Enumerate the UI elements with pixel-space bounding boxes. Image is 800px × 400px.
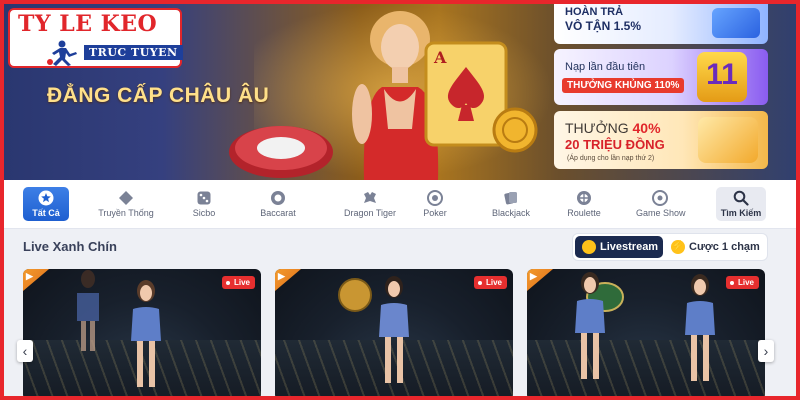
tab-game-show-label: Game Show [636,208,686,218]
wheel-icon [652,190,668,206]
promo-cashback-art [712,8,760,38]
tab-traditional[interactable]: Truyền Thống [94,180,158,228]
dealer-figure [575,272,605,379]
live-badge-label: Live [485,278,502,287]
play-icon: ▶ [530,271,537,281]
tab-traditional-label: Truyền Thống [98,208,154,218]
casino-chip-art [229,126,333,178]
soccer-player-icon [47,40,77,66]
tab-sicbo-label: Sicbo [192,208,216,218]
site-logo[interactable]: TY LE KEO TRUC TUYEN [8,8,183,68]
carousel-prev-button[interactable]: ‹ [17,340,33,362]
hero-tagline: ĐẲNG CẤP CHÂU ÂU [47,84,270,107]
tab-roulette[interactable]: Roulette [564,180,604,228]
tab-dragon-tiger[interactable]: Dragon Tiger [330,180,410,228]
provider-badge: ▶ [23,269,49,291]
svg-text:A: A [433,48,447,67]
tab-blackjack-label: Blackjack [491,208,530,218]
section-title: Live Xanh Chín [23,239,117,254]
tab-blackjack[interactable]: Blackjack [489,180,533,228]
tab-poker[interactable]: Poker [419,180,451,228]
promo-first-deposit-badge: 11 [697,52,747,102]
lightning-icon: ⚡ [671,240,685,254]
promo-second-deposit-line1: THƯỞNG 40% [565,120,661,136]
poker-chip-icon [427,190,443,206]
live-dot-icon [477,281,482,285]
promo-cashback-line1: HOÀN TRẢ [565,6,624,18]
promo-cashback-card[interactable]: HOÀN TRẢ VÔ TẬN 1.5% [554,4,768,44]
live-badge-label: Live [737,278,754,287]
carousel-next-button[interactable]: › [758,340,774,362]
gold-coin-art [492,107,538,153]
star-icon [38,190,54,206]
search-button-label: Tìm Kiếm [720,208,762,218]
table-floor [527,340,765,396]
dealer-figure [379,276,409,383]
provider-badge: ▶ [275,269,301,291]
provider-badge: ▶ [527,269,553,291]
view-mode-toggle: Livestream ⚡ Cược 1 chạm [572,233,768,261]
chevron-right-icon: › [763,343,769,359]
livestream-toggle-button[interactable]: Livestream [575,236,663,258]
search-button[interactable]: Tìm Kiếm [716,187,766,221]
tab-baccarat-label: Baccarat [260,208,296,218]
chip-icon [271,191,285,205]
tab-all-label: Tất Cả [32,208,60,218]
dragon-icon [364,192,376,203]
livestream-label: Livestream [600,241,659,253]
tab-sicbo[interactable]: Sicbo [184,180,224,228]
tab-dragon-tiger-label: Dragon Tiger [343,208,397,218]
tab-poker-label: Poker [423,208,447,218]
play-icon: ▶ [278,271,285,281]
dealer-figure [685,274,715,381]
promo-cashback-line2: VÔ TẬN 1.5% [565,19,642,33]
live-game-card[interactable]: ▶ Live [275,269,513,396]
play-icon: ▶ [26,271,33,281]
logo-subtitle: TRUC TUYEN [84,45,183,60]
live-badge: Live [221,276,255,289]
cards-icon [504,192,517,205]
live-badge-label: Live [233,278,250,287]
promo-gift-art [698,117,758,163]
promo-first-deposit-line1: Nạp lần đầu tiên [565,61,646,73]
search-icon [733,190,749,206]
dealer-figure [131,280,161,387]
promo-second-deposit-percent: 40% [632,120,661,136]
live-game-card[interactable]: ▶ Live [527,269,765,396]
screenshot-frame: A ĐẲNG CẤP CHÂU ÂU HOÀN TRẢ VÔ TẬN 1.5% … [0,0,800,400]
diamond-icon [119,191,133,205]
live-dot-icon [225,281,230,285]
promo-second-deposit-note: (Áp dụng cho lần nạp thứ 2) [567,155,655,162]
gold-drum-art [338,278,372,312]
live-badge: Live [473,276,507,289]
promo-second-deposit-card[interactable]: THƯỞNG 40% 20 TRIỆU ĐỒNG (Áp dụng cho lầ… [554,111,768,169]
one-touch-bet-label: Cược 1 chạm [689,241,760,253]
tab-baccarat[interactable]: Baccarat [254,180,302,228]
live-dot-icon [729,281,734,285]
roulette-icon [577,191,591,205]
tab-all[interactable]: Tất Cả [23,187,69,221]
logo-title: TY LE KEO [18,11,158,37]
background-dealer-figure [77,270,99,351]
chevron-left-icon: ‹ [22,343,28,359]
tab-roulette-label: Roulette [567,208,601,218]
promo-second-deposit-prefix: THƯỞNG [565,120,633,136]
promo-second-deposit-line2: 20 TRIỆU ĐỒNG [565,137,665,152]
dice-icon [197,191,211,205]
tab-game-show[interactable]: Game Show [636,180,686,228]
live-badge: Live [725,276,759,289]
game-category-nav: Tất Cả Truyền Thống Sicbo Baccarat Drago… [4,180,796,229]
promo-first-deposit-card[interactable]: Nạp lần đầu tiên THƯỞNG KHỦNG 110% 11 [554,49,768,105]
live-game-card[interactable]: ▶ Live [23,269,261,396]
promo-first-deposit-line2: THƯỞNG KHỦNG 110% [562,78,685,93]
livestream-icon [582,240,596,254]
one-touch-bet-button[interactable]: ⚡ Cược 1 chạm [665,236,765,258]
